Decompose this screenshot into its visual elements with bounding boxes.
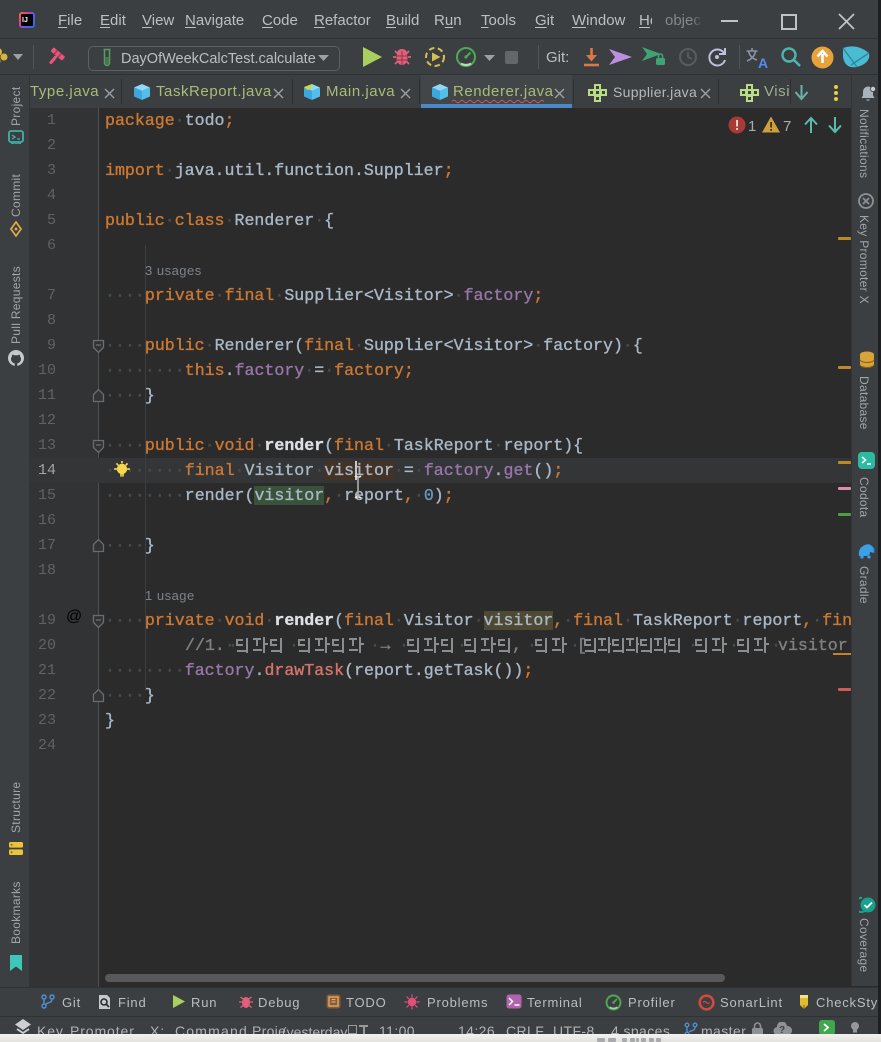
svg-text:7: 7 bbox=[783, 118, 791, 135]
svg-text:A: A bbox=[758, 55, 768, 69]
svg-text:1: 1 bbox=[748, 118, 756, 135]
